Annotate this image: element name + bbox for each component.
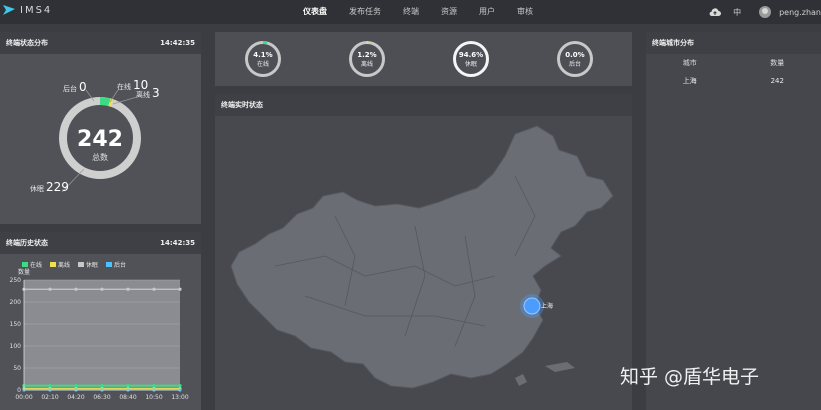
logo-icon [3,5,15,15]
x-tick-label: 13:00 [171,394,188,401]
kpi-sleep: 94.6% 休眠 [453,41,489,77]
kpi-value: 0.0% [565,51,585,59]
panel-header: 终端历史状态 14:42:35 [0,232,201,254]
y-tick-label: 0 [17,387,21,394]
y-tick-label: 100 [10,343,22,350]
city-distribution-panel: 终端城市分布 城市 数量 上海 242 [646,32,821,410]
series-point [126,287,130,291]
cloud-upload-icon[interactable] [709,7,722,17]
ring-offline-segment [108,98,114,107]
table-header: 城市 数量 [646,54,821,72]
kpi-offline: 1.2% 离线 [349,41,385,77]
china-mainland [230,125,614,389]
nav-item-dashboard[interactable]: 仪表盘 [292,0,338,24]
panel-title: 终端历史状态 [6,239,48,247]
x-tick-label: 02:10 [41,394,58,401]
series-point [48,384,52,388]
history-line-chart: 数量 0 50 100 150 200 250 00:00 02:10 04:20 06:30 08… [10,268,189,401]
kpi-label: 后台 [568,61,581,68]
column-header-count: 数量 [770,59,785,67]
nav-item-users[interactable]: 用户 [468,0,506,24]
panel-title: 终端状态分布 [6,39,48,47]
total-label: 总数 [92,153,108,162]
series-point [152,384,156,388]
y-tick-label: 50 [13,365,21,372]
series-point [100,384,104,388]
series-point [152,287,156,291]
panel-time: 14:42:35 [160,239,195,247]
series-point [48,287,52,291]
kpi-label: 休眠 [464,61,477,68]
x-tick-label: 06:30 [93,394,110,401]
history-status-panel: 终端历史状态 14:42:35 在线 离线 休眠 后台 数量 0 50 100 150… [0,232,201,410]
kpi-online: 4.1% 在线 [245,41,281,77]
app-logo[interactable]: IMS4 [2,3,52,17]
nav-item-review[interactable]: 审核 [506,0,544,24]
x-tick-label: 08:40 [119,394,136,401]
x-tick-label: 10:50 [145,394,162,401]
city-table: 城市 数量 上海 242 [646,54,821,90]
panel-header: 终端城市分布 [646,32,821,54]
plot-area [24,280,180,390]
series-point [100,287,104,291]
avatar[interactable] [759,6,772,18]
user-name[interactable]: peng.zhan [779,8,821,17]
series-point [74,384,78,388]
offline-count-label: 离线 3 [136,86,160,100]
panel-header: 终端实时状态 [215,94,632,116]
shanghai-marker [523,297,541,315]
table-row[interactable]: 上海 242 [646,72,821,90]
total-count: 242 [77,127,123,152]
language-switch[interactable]: 中 [733,7,741,18]
nav-item-publish[interactable]: 发布任务 [338,0,392,24]
app-title: IMS4 [20,4,53,16]
status-distribution-panel: 终端状态分布 14:42:35 242 总数 后台 0 在线 10 离线 3 休眠 22… [0,32,201,224]
series-point [126,384,130,388]
series-point [74,287,78,291]
map-marker-label: 上海 [541,303,554,310]
panel-title: 终端实时状态 [221,101,263,109]
watermark: 知乎 @盾华电子 [620,366,760,388]
column-header-city: 城市 [682,59,697,67]
ring-center: 242 总数 [70,127,130,163]
china-map[interactable] [215,116,632,410]
nav-item-terminals[interactable]: 终端 [392,0,430,24]
city-cell: 上海 [682,77,697,85]
series-point [178,384,182,388]
island-hainan [515,374,527,386]
y-tick-label: 250 [10,277,22,284]
y-axis-label: 数量 [18,268,30,276]
panel-title: 终端城市分布 [652,39,694,47]
y-tick-label: 150 [10,321,22,328]
main-nav: 仪表盘 发布任务 终端 资源 用户 审核 [292,0,544,24]
y-tick-label: 200 [10,299,22,306]
sleep-count-label: 休眠 229 [30,180,69,194]
realtime-map-panel: 终端实时状态 上海 [215,94,632,410]
panel-time: 14:42:35 [160,39,195,47]
kpi-value: 94.6% [458,51,484,59]
nav-item-resources[interactable]: 资源 [430,0,468,24]
top-bar: IMS4 仪表盘 发布任务 终端 资源 用户 审核 中 peng.zhan [0,0,821,24]
header-tools: 中 peng.zhan [709,0,821,24]
x-tick-label: 00:00 [15,394,32,401]
kpi-panel: 4.1% 在线 1.2% 离线 94.6% 休眠 0.0% 后台 [215,32,632,86]
ring-online-segment [99,96,111,107]
backstage-count-label: 后台 0 [63,80,87,94]
series-point [178,287,182,291]
island-taiwan [545,362,575,372]
count-cell: 242 [770,77,784,85]
x-tick-label: 04:20 [67,394,84,401]
kpi-backstage: 0.0% 后台 [557,41,593,77]
panel-header: 终端状态分布 14:42:35 [0,32,201,54]
